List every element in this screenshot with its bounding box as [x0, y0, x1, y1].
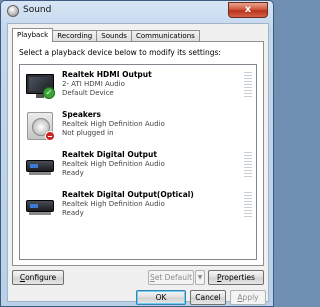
- device-description: Realtek High Definition Audio: [62, 120, 165, 128]
- properties-button[interactable]: Properties: [208, 270, 264, 285]
- sound-dialog: Sound x Playback Recording Sounds Commun…: [0, 0, 274, 307]
- device-name: Realtek HDMI Output: [62, 70, 152, 79]
- device-description: Realtek High Definition Audio: [62, 200, 165, 208]
- volume-meter-icon: [244, 192, 252, 218]
- window-title: Sound: [23, 5, 52, 15]
- device-status: Ready: [62, 169, 84, 177]
- cancel-button[interactable]: Cancel: [190, 290, 226, 305]
- chevron-down-icon[interactable]: ▼: [195, 270, 205, 285]
- close-button[interactable]: x: [228, 2, 268, 18]
- dialog-client-area: Playback Recording Sounds Communications…: [7, 23, 269, 305]
- speaker-icon: [26, 112, 55, 141]
- device-status: Not plugged in: [62, 129, 114, 137]
- digital-output-icon: [26, 152, 54, 180]
- digital-output-icon: [26, 192, 54, 220]
- playback-tab-panel: Select a playback device below to modify…: [12, 41, 264, 266]
- device-name: Speakers: [62, 110, 101, 119]
- set-default-button[interactable]: Set Default: [148, 270, 194, 285]
- device-name: Realtek Digital Output: [62, 150, 157, 159]
- ok-button[interactable]: OK: [136, 290, 186, 305]
- device-status: Default Device: [62, 89, 114, 97]
- device-item-realtek-hdmi-output[interactable]: ✓ Realtek HDMI Output 2- ATI HDMI Audio …: [20, 69, 256, 109]
- device-status: Ready: [62, 209, 84, 217]
- tab-strip: Playback Recording Sounds Communications: [12, 28, 200, 42]
- device-item-realtek-digital-output[interactable]: Realtek Digital Output Realtek High Defi…: [20, 149, 256, 189]
- volume-meter-icon: [244, 72, 252, 98]
- device-item-realtek-digital-output-optical[interactable]: Realtek Digital Output(Optical) Realtek …: [20, 189, 256, 229]
- checkmark-badge-icon: ✓: [43, 87, 55, 99]
- unplugged-badge-icon: [45, 131, 55, 141]
- playback-device-list[interactable]: ✓ Realtek HDMI Output 2- ATI HDMI Audio …: [19, 64, 257, 260]
- device-description: 2- ATI HDMI Audio: [62, 80, 125, 88]
- apply-button[interactable]: Apply: [230, 290, 266, 305]
- speaker-icon: [7, 5, 19, 17]
- configure-button[interactable]: Configure: [12, 270, 64, 285]
- tab-playback[interactable]: Playback: [12, 28, 54, 42]
- device-name: Realtek Digital Output(Optical): [62, 190, 194, 199]
- monitor-icon: ✓: [26, 72, 55, 100]
- title-bar[interactable]: Sound x: [1, 1, 273, 21]
- dialog-footer: OK Cancel Apply: [8, 290, 268, 305]
- device-item-speakers[interactable]: Speakers Realtek High Definition Audio N…: [20, 109, 256, 149]
- device-action-bar: Configure Set Default ▼ Properties: [12, 270, 264, 288]
- volume-meter-icon: [244, 152, 252, 178]
- instruction-text: Select a playback device below to modify…: [19, 48, 221, 57]
- device-description: Realtek High Definition Audio: [62, 160, 165, 168]
